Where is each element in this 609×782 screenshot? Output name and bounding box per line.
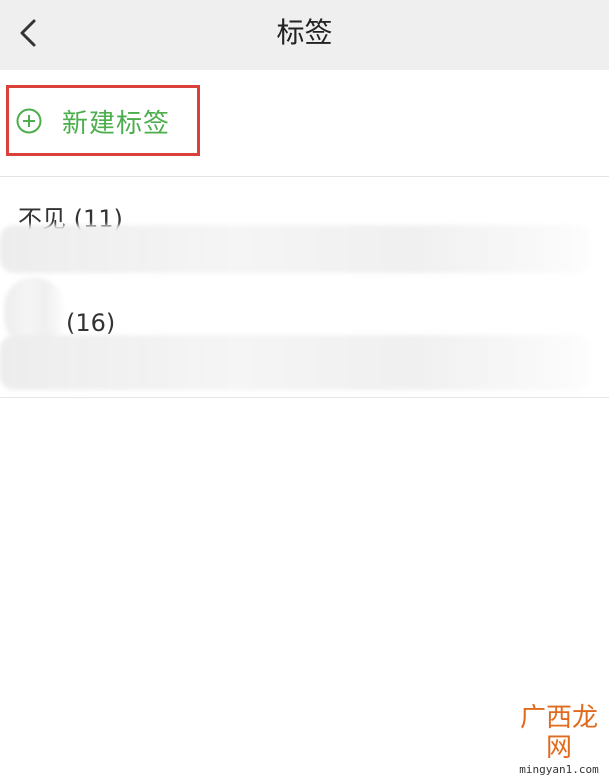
plus-circle-icon (16, 108, 42, 134)
tag-list-item[interactable]: 不见 (11) (0, 177, 609, 288)
back-button[interactable] (12, 16, 46, 50)
tag-name: (16) (66, 309, 116, 337)
new-tag-button[interactable]: 新建标签 (8, 86, 200, 156)
watermark-logo: 广西龙网 (519, 703, 598, 763)
tag-list-item[interactable]: (16) (0, 277, 609, 398)
new-tag-section: 新建标签 (0, 70, 609, 202)
watermark: 广西龙网 mingyan1.com (515, 703, 603, 776)
blurred-tag-name (4, 277, 64, 347)
tag-name: 不见 (11) (18, 205, 123, 233)
new-tag-label: 新建标签 (62, 108, 171, 139)
watermark-url: mingyan1.com (519, 763, 599, 776)
blurred-members-preview (0, 335, 590, 390)
navigation-bar: 标签 (0, 0, 609, 70)
chevron-left-icon (20, 19, 36, 47)
page-title: 标签 (276, 16, 333, 49)
